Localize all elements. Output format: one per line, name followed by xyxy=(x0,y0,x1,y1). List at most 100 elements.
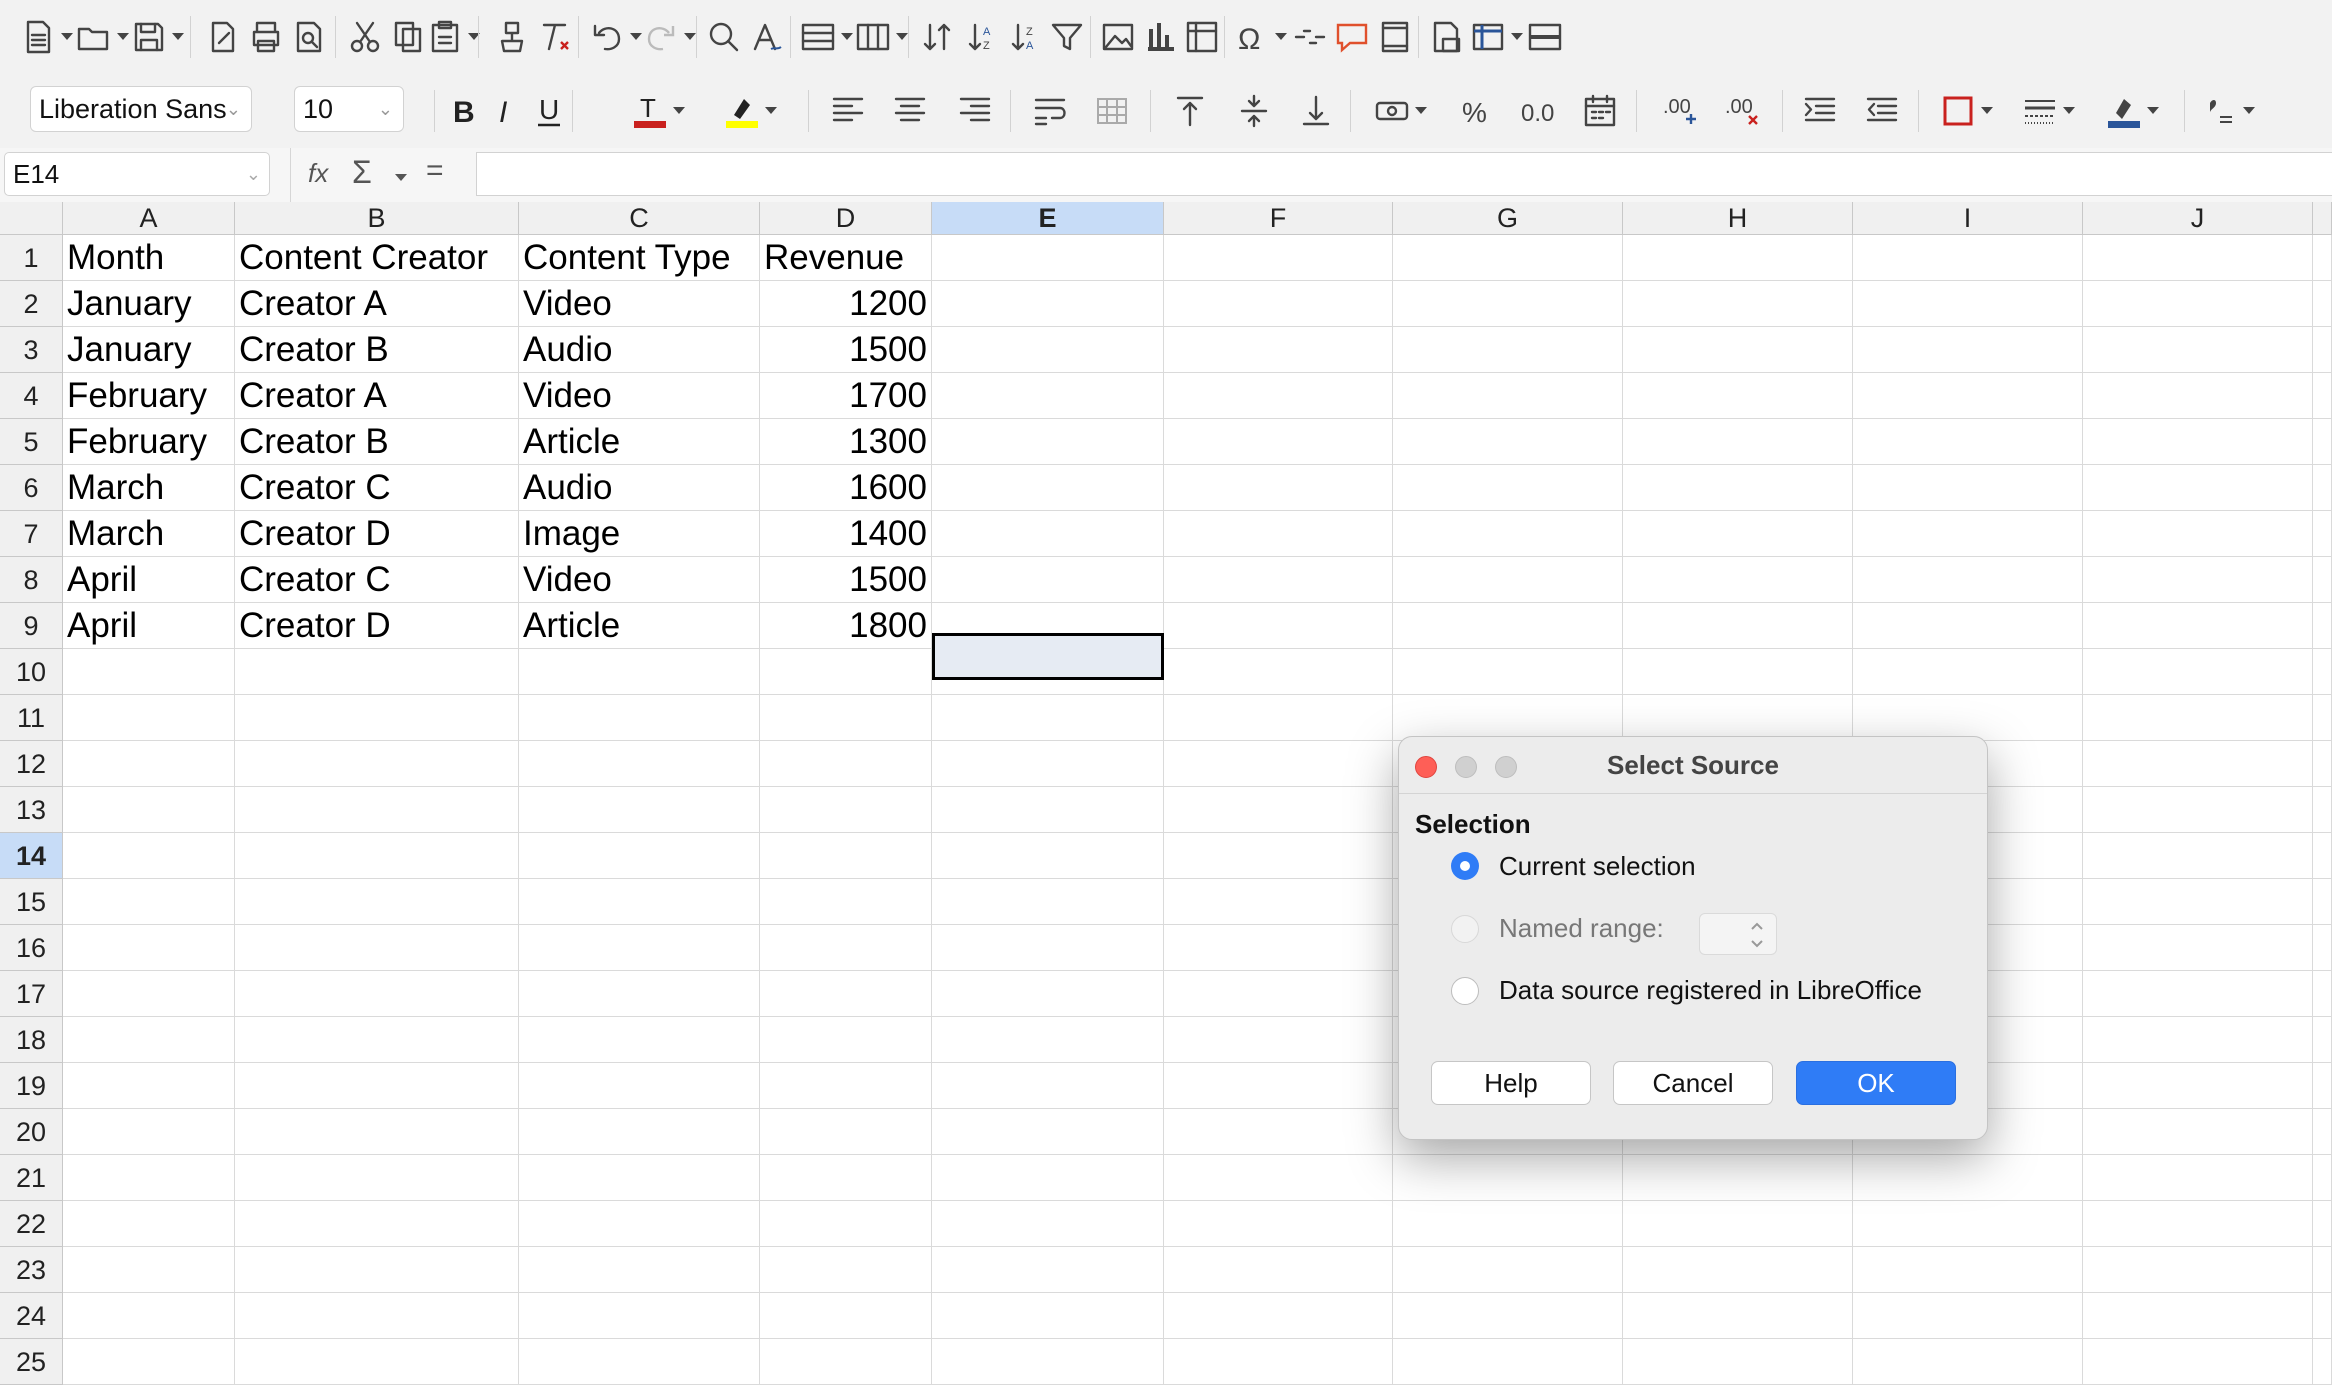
split-window-icon[interactable] xyxy=(1525,17,1565,57)
cell-d1[interactable]: Revenue xyxy=(760,235,932,281)
empty-cell[interactable] xyxy=(519,695,760,741)
empty-cell[interactable] xyxy=(63,971,235,1017)
empty-cell[interactable] xyxy=(1164,879,1393,925)
name-box[interactable]: E14 ⌄ xyxy=(4,152,270,196)
empty-cell[interactable] xyxy=(2313,235,2332,281)
empty-cell[interactable] xyxy=(519,1293,760,1339)
chevron-down-icon[interactable] xyxy=(1414,105,1428,117)
clone-formatting-icon[interactable] xyxy=(492,17,532,57)
formula-icon[interactable]: = xyxy=(426,154,444,188)
row-header-20[interactable]: 20 xyxy=(0,1109,63,1155)
empty-cell[interactable] xyxy=(932,1339,1164,1385)
empty-cell[interactable] xyxy=(1393,465,1623,511)
empty-cell[interactable] xyxy=(2083,465,2313,511)
empty-cell[interactable] xyxy=(2313,1201,2332,1247)
minimize-window-icon[interactable] xyxy=(1455,756,1477,778)
find-replace-icon[interactable] xyxy=(704,17,744,57)
empty-cell[interactable] xyxy=(932,327,1164,373)
empty-cell[interactable] xyxy=(519,1201,760,1247)
empty-cell[interactable] xyxy=(63,695,235,741)
empty-cell[interactable] xyxy=(1393,1293,1623,1339)
empty-cell[interactable] xyxy=(63,741,235,787)
empty-cell[interactable] xyxy=(1623,1293,1853,1339)
empty-cell[interactable] xyxy=(2083,1247,2313,1293)
empty-cell[interactable] xyxy=(1164,373,1393,419)
borders-icon[interactable] xyxy=(1938,91,1978,131)
special-character-icon[interactable]: Ω xyxy=(1232,17,1272,57)
empty-cell[interactable] xyxy=(932,419,1164,465)
empty-cell[interactable] xyxy=(932,925,1164,971)
row-header-16[interactable]: 16 xyxy=(0,925,63,971)
define-print-area-icon[interactable] xyxy=(1426,17,1466,57)
empty-cell[interactable] xyxy=(519,741,760,787)
empty-cell[interactable] xyxy=(63,1063,235,1109)
chevron-down-icon[interactable] xyxy=(1274,31,1288,43)
insert-pivot-table-icon[interactable] xyxy=(1182,17,1222,57)
font-color-icon[interactable]: T xyxy=(630,91,670,131)
wrap-text-icon[interactable] xyxy=(1030,91,1070,131)
cell-c8[interactable]: Video xyxy=(519,557,760,603)
empty-cell[interactable] xyxy=(1393,603,1623,649)
cell-b1[interactable]: Content Creator xyxy=(235,235,519,281)
cell-a7[interactable]: March xyxy=(63,511,235,557)
label-data-source[interactable]: Data source registered in LibreOffice xyxy=(1499,975,1922,1006)
column-header-f[interactable]: F xyxy=(1164,202,1393,235)
empty-cell[interactable] xyxy=(2083,649,2313,695)
ok-button[interactable]: OK xyxy=(1796,1061,1956,1105)
empty-cell[interactable] xyxy=(235,1155,519,1201)
empty-cell[interactable] xyxy=(1853,1247,2083,1293)
empty-cell[interactable] xyxy=(2313,787,2332,833)
cell-a1[interactable]: Month xyxy=(63,235,235,281)
row-header-12[interactable]: 12 xyxy=(0,741,63,787)
chevron-down-icon[interactable] xyxy=(840,31,854,43)
empty-cell[interactable] xyxy=(2313,1155,2332,1201)
hyperlink-icon[interactable] xyxy=(1290,17,1330,57)
empty-cell[interactable] xyxy=(932,1293,1164,1339)
border-color-icon[interactable] xyxy=(2104,91,2144,131)
empty-cell[interactable] xyxy=(1623,1339,1853,1385)
cell-d2[interactable]: 1200 xyxy=(760,281,932,327)
cell-a9[interactable]: April xyxy=(63,603,235,649)
row-header-10[interactable]: 10 xyxy=(0,649,63,695)
empty-cell[interactable] xyxy=(235,787,519,833)
empty-cell[interactable] xyxy=(1853,603,2083,649)
empty-cell[interactable] xyxy=(932,1247,1164,1293)
empty-cell[interactable] xyxy=(235,971,519,1017)
cell-b5[interactable]: Creator B xyxy=(235,419,519,465)
clear-formatting-icon[interactable] xyxy=(535,17,575,57)
empty-cell[interactable] xyxy=(519,649,760,695)
align-right-icon[interactable] xyxy=(955,91,995,131)
empty-cell[interactable] xyxy=(1623,235,1853,281)
cut-icon[interactable] xyxy=(345,17,385,57)
empty-cell[interactable] xyxy=(760,971,932,1017)
cell-d4[interactable]: 1700 xyxy=(760,373,932,419)
sort-icon[interactable] xyxy=(918,17,958,57)
row-header-15[interactable]: 15 xyxy=(0,879,63,925)
empty-cell[interactable] xyxy=(2083,327,2313,373)
empty-cell[interactable] xyxy=(519,1109,760,1155)
empty-cell[interactable] xyxy=(932,557,1164,603)
label-current-selection[interactable]: Current selection xyxy=(1499,851,1696,882)
chevron-down-icon[interactable] xyxy=(2242,105,2256,117)
decrease-indent-icon[interactable] xyxy=(1862,91,1902,131)
autofilter-icon[interactable] xyxy=(1047,17,1087,57)
empty-cell[interactable] xyxy=(1393,327,1623,373)
empty-cell[interactable] xyxy=(1853,419,2083,465)
empty-cell[interactable] xyxy=(2083,741,2313,787)
empty-cell[interactable] xyxy=(932,695,1164,741)
empty-cell[interactable] xyxy=(1393,419,1623,465)
empty-cell[interactable] xyxy=(1393,1339,1623,1385)
empty-cell[interactable] xyxy=(235,649,519,695)
italic-icon[interactable]: I xyxy=(487,91,527,131)
toggle-edit-mode-icon[interactable] xyxy=(203,17,243,57)
format-as-date-icon[interactable] xyxy=(1580,91,1620,131)
chevron-down-icon[interactable] xyxy=(895,31,909,43)
empty-cell[interactable] xyxy=(2083,419,2313,465)
spelling-icon[interactable] xyxy=(747,17,787,57)
increase-indent-icon[interactable] xyxy=(1800,91,1840,131)
empty-cell[interactable] xyxy=(932,1109,1164,1155)
cell-c7[interactable]: Image xyxy=(519,511,760,557)
row-header-23[interactable]: 23 xyxy=(0,1247,63,1293)
empty-cell[interactable] xyxy=(760,925,932,971)
empty-cell[interactable] xyxy=(1164,833,1393,879)
